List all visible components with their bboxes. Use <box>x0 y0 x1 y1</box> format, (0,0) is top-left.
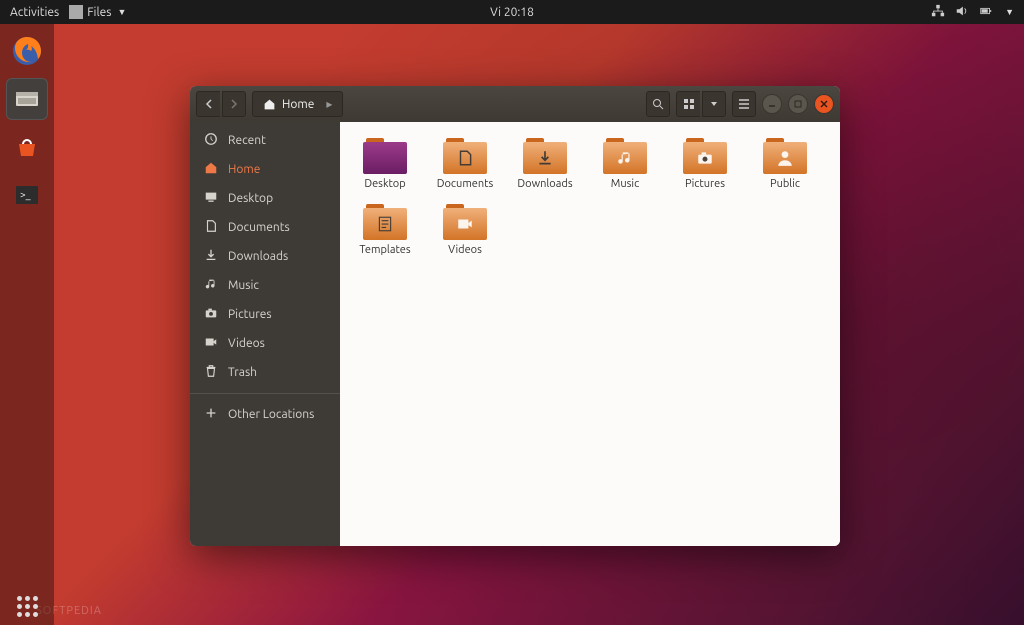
content-area[interactable]: Desktop Documents Downloads Music Pictures Pu… <box>340 122 840 546</box>
dock-item-files[interactable] <box>6 78 48 120</box>
sidebar-item-videos[interactable]: Videos <box>190 329 340 358</box>
home-icon <box>204 161 218 178</box>
desktop-icon <box>204 190 218 207</box>
plus-icon <box>204 406 218 423</box>
folder-music[interactable]: Music <box>594 138 656 190</box>
dock: >_ <box>0 24 54 588</box>
view-icons-button[interactable] <box>676 91 700 117</box>
dock-item-firefox[interactable] <box>6 30 48 72</box>
svg-text:>_: >_ <box>20 189 31 200</box>
sidebar-item-downloads[interactable]: Downloads <box>190 242 340 271</box>
titlebar[interactable]: Home ▸ <box>190 86 840 122</box>
chevron-down-icon[interactable]: ▼ <box>1003 7 1014 17</box>
close-button[interactable] <box>814 94 834 114</box>
camera-icon <box>204 306 218 323</box>
folder-pictures[interactable]: Pictures <box>674 138 736 190</box>
folder-icon <box>523 138 567 174</box>
chevron-down-icon: ▼ <box>115 7 126 17</box>
folder-icon <box>683 138 727 174</box>
folder-label: Music <box>611 178 639 190</box>
sidebar-item-home[interactable]: Home <box>190 155 340 184</box>
sidebar-item-other-locations[interactable]: Other Locations <box>190 400 340 429</box>
path-bar[interactable]: Home ▸ <box>252 91 343 117</box>
sidebar-item-trash[interactable]: Trash <box>190 358 340 387</box>
folder-icon <box>443 204 487 240</box>
network-icon[interactable] <box>931 4 945 21</box>
sidebar: Recent Home Desktop Documents Downloads Music… <box>190 122 340 546</box>
video-icon <box>204 335 218 352</box>
trash-icon <box>204 364 218 381</box>
folder-label: Templates <box>359 244 410 256</box>
activities-button[interactable]: Activities <box>10 6 59 19</box>
folder-icon <box>443 138 487 174</box>
files-icon <box>69 5 83 19</box>
dock-item-software[interactable] <box>6 126 48 168</box>
folder-videos[interactable]: Videos <box>434 204 496 256</box>
folder-label: Public <box>770 178 800 190</box>
search-button[interactable] <box>646 91 670 117</box>
sidebar-item-pictures[interactable]: Pictures <box>190 300 340 329</box>
folder-label: Pictures <box>685 178 725 190</box>
music-icon <box>204 277 218 294</box>
dock-item-terminal[interactable]: >_ <box>6 174 48 216</box>
sidebar-item-label: Pictures <box>228 308 272 321</box>
battery-icon[interactable] <box>979 4 993 21</box>
clock-icon <box>204 132 218 149</box>
sidebar-item-label: Videos <box>228 337 265 350</box>
sidebar-item-label: Recent <box>228 134 266 147</box>
sidebar-item-recent[interactable]: Recent <box>190 126 340 155</box>
top-bar: Activities Files ▼ Vi 20:18 ▼ <box>0 0 1024 24</box>
sidebar-item-label: Documents <box>228 221 290 234</box>
folder-icon <box>763 138 807 174</box>
clock[interactable]: Vi 20:18 <box>490 6 534 19</box>
folder-icon <box>363 138 407 174</box>
apps-grid-icon <box>17 596 38 617</box>
hamburger-menu-button[interactable] <box>732 91 756 117</box>
folder-label: Documents <box>437 178 494 190</box>
sidebar-item-music[interactable]: Music <box>190 271 340 300</box>
folder-public[interactable]: Public <box>754 138 816 190</box>
folder-icon <box>603 138 647 174</box>
sidebar-item-desktop[interactable]: Desktop <box>190 184 340 213</box>
volume-icon[interactable] <box>955 4 969 21</box>
minimize-button[interactable] <box>762 94 782 114</box>
sidebar-item-label: Trash <box>228 366 257 379</box>
folder-icon <box>363 204 407 240</box>
files-window: Home ▸ Recent Home Desktop Documents Downloa… <box>190 86 840 546</box>
folder-desktop[interactable]: Desktop <box>354 138 416 190</box>
sidebar-item-documents[interactable]: Documents <box>190 213 340 242</box>
folder-label: Desktop <box>364 178 405 190</box>
active-app-indicator[interactable]: Files ▼ <box>69 5 126 19</box>
sidebar-item-label: Music <box>228 279 259 292</box>
folder-templates[interactable]: Templates <box>354 204 416 256</box>
folder-label: Videos <box>448 244 482 256</box>
back-button[interactable] <box>196 91 220 117</box>
sidebar-item-label: Other Locations <box>228 408 314 421</box>
active-app-label: Files <box>87 6 111 19</box>
home-icon <box>263 98 276 111</box>
path-separator-icon: ▸ <box>326 97 332 111</box>
maximize-button[interactable] <box>788 94 808 114</box>
sidebar-item-label: Desktop <box>228 192 273 205</box>
sidebar-item-label: Home <box>228 163 260 176</box>
sidebar-item-label: Downloads <box>228 250 288 263</box>
forward-button[interactable] <box>222 91 246 117</box>
doc-icon <box>204 219 218 236</box>
folder-downloads[interactable]: Downloads <box>514 138 576 190</box>
show-applications-button[interactable] <box>0 588 54 625</box>
folder-documents[interactable]: Documents <box>434 138 496 190</box>
view-options-button[interactable] <box>702 91 726 117</box>
path-label: Home <box>282 98 314 111</box>
download-icon <box>204 248 218 265</box>
folder-label: Downloads <box>517 178 572 190</box>
